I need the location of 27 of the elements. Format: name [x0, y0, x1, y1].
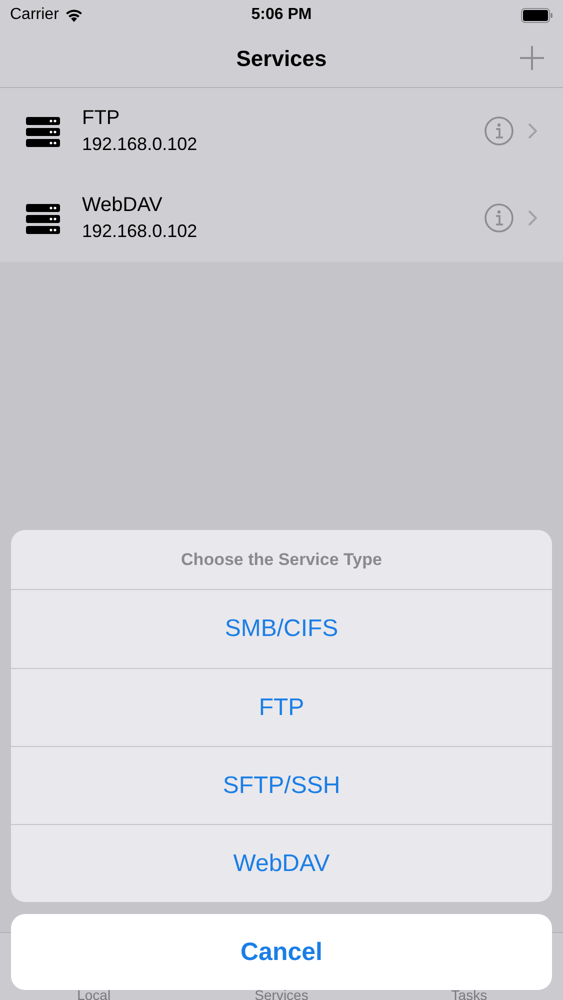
- info-icon[interactable]: [484, 116, 514, 146]
- screen-title: Services: [236, 46, 327, 72]
- service-type-option[interactable]: FTP: [11, 668, 552, 746]
- server-icon: [26, 116, 60, 146]
- service-type-option[interactable]: WebDAV: [11, 824, 552, 902]
- add-icon[interactable]: [519, 45, 545, 71]
- tab-label[interactable]: Tasks: [375, 988, 563, 1000]
- cancel-button[interactable]: Cancel: [11, 914, 552, 990]
- chevron-icon: [528, 210, 537, 226]
- service-type-option[interactable]: SFTP/SSH: [11, 746, 552, 824]
- info-icon[interactable]: [484, 203, 514, 233]
- service-name: WebDAV: [82, 194, 164, 217]
- server-icon: [26, 204, 60, 234]
- service-name: FTP: [82, 107, 121, 130]
- tab-label[interactable]: Local: [0, 988, 188, 1000]
- battery-icon: [521, 8, 553, 22]
- service-row[interactable]: WebDAV 192.168.0.102: [0, 175, 563, 262]
- chevron-icon: [528, 123, 537, 139]
- service-row[interactable]: FTP 192.168.0.102: [0, 88, 563, 175]
- service-type-option[interactable]: SMB/CIFS: [11, 590, 552, 668]
- service-address: 192.168.0.102: [82, 134, 198, 155]
- carrier-label: Carrier: [10, 6, 59, 24]
- service-address: 192.168.0.102: [82, 221, 198, 242]
- tab-label[interactable]: Services: [188, 988, 376, 1000]
- clock-time: 5:06 PM: [251, 6, 312, 24]
- wifi-icon: [64, 8, 83, 22]
- sheet-title: Choose the Service Type: [11, 530, 552, 590]
